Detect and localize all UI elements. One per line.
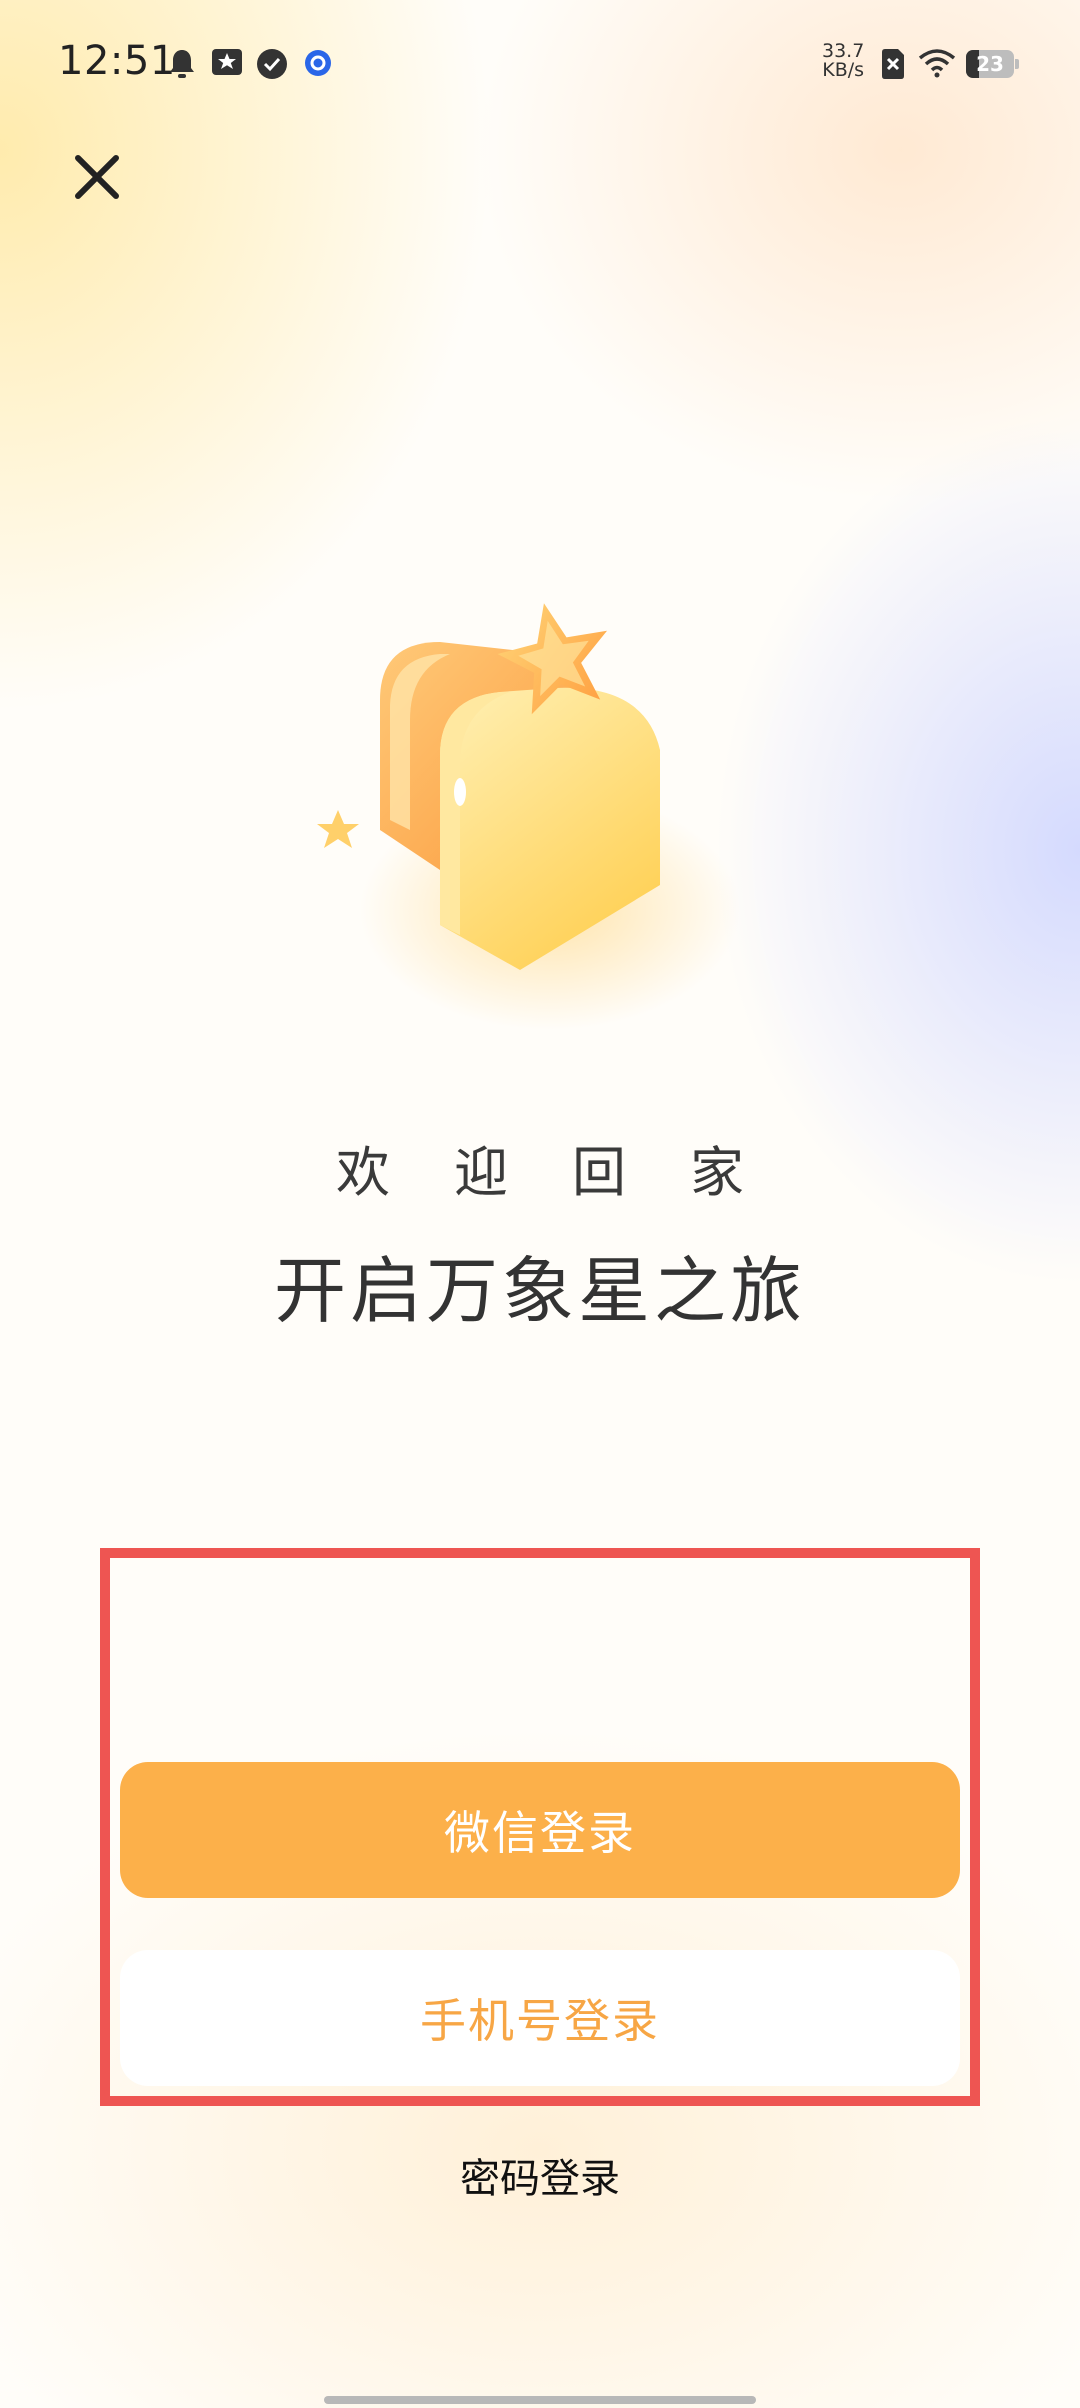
star-badge-icon <box>212 49 242 75</box>
wifi-icon <box>918 49 956 78</box>
status-time: 12:51 <box>58 38 176 84</box>
notification-bell-icon <box>170 50 194 78</box>
home-indicator[interactable] <box>324 2396 756 2404</box>
password-login-link[interactable]: 密码登录 <box>0 2146 1080 2204</box>
network-speed: 33.7 KB/s <box>822 42 864 80</box>
phone-login-button[interactable]: 手机号登录 <box>120 1950 960 2086</box>
network-speed-unit: KB/s <box>822 59 865 81</box>
battery-level: 23 <box>976 52 1004 76</box>
wechat-login-button[interactable]: 微信登录 <box>120 1762 960 1898</box>
battery-icon: 23 <box>966 50 1020 78</box>
close-button[interactable] <box>62 142 132 212</box>
app-circle-icon <box>305 50 331 76</box>
welcome-slogan: 开启万象星之旅 <box>273 1249 806 1333</box>
check-circle-icon <box>257 49 287 79</box>
sim-off-icon <box>882 49 904 79</box>
status-bar: 12:51 33.7 KB/s 23 <box>0 0 1080 130</box>
welcome-greeting: 欢迎回家 <box>336 1141 808 1204</box>
mailbox-illustration <box>317 603 740 1030</box>
